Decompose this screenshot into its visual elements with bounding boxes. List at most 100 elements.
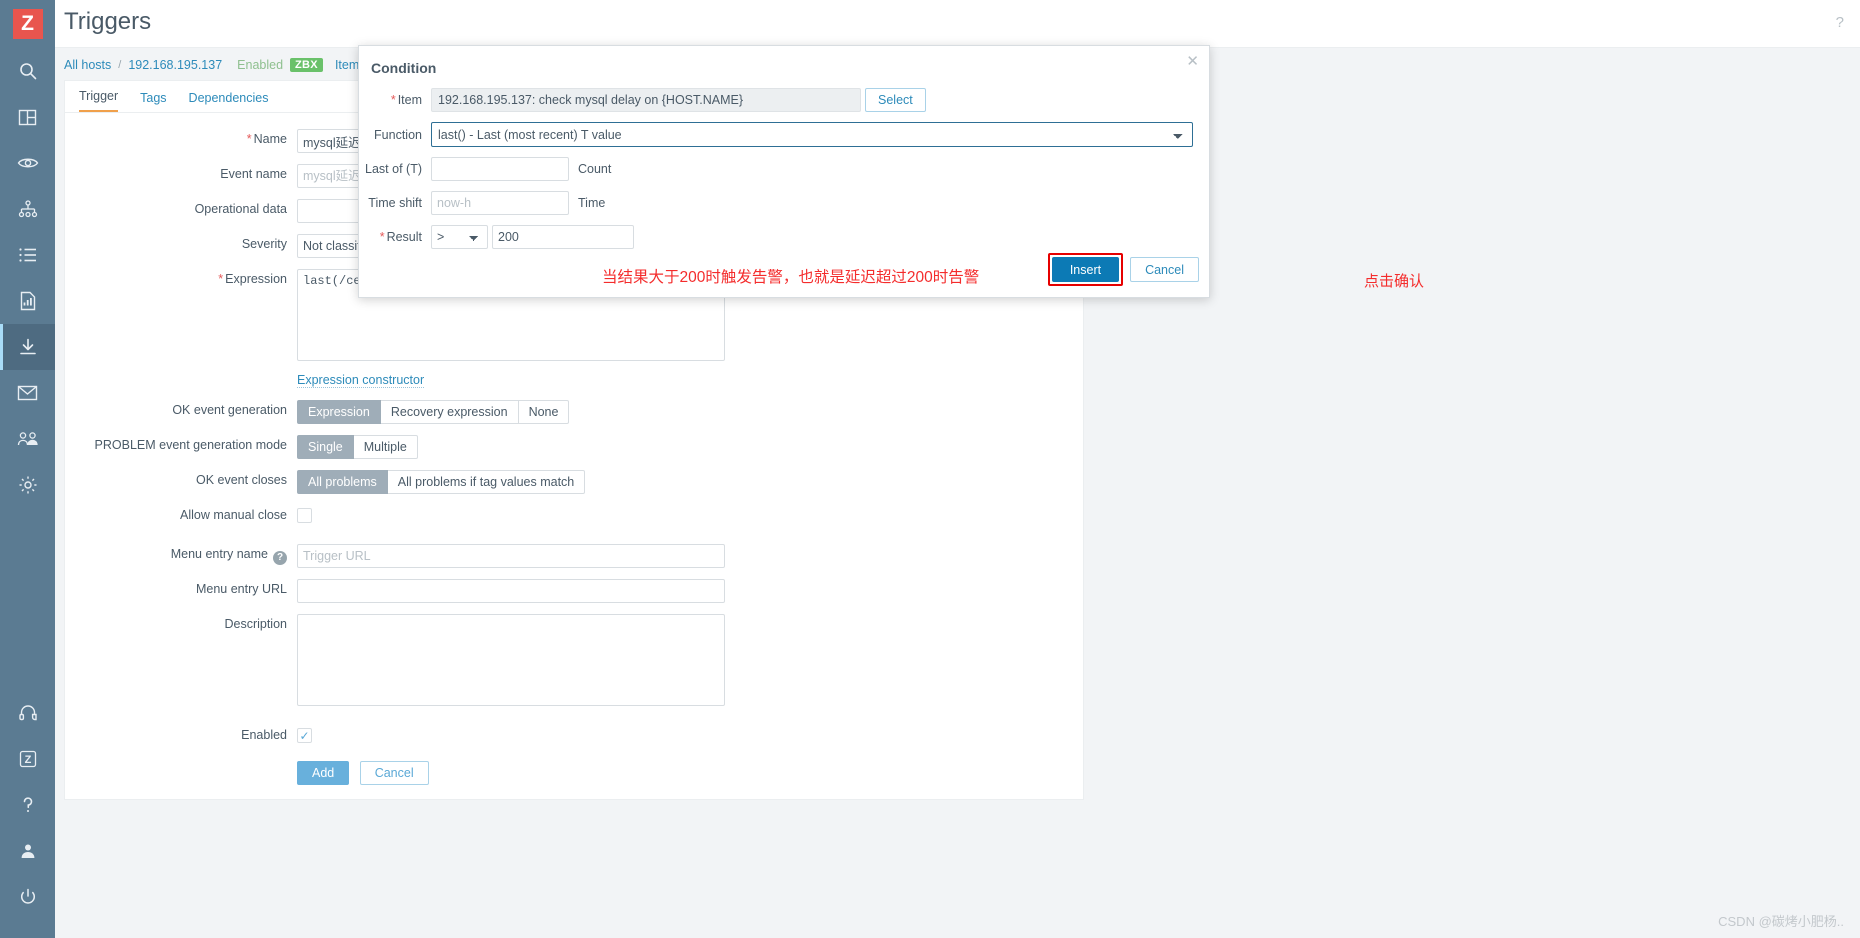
ok-event-closes-option-tag-match[interactable]: All problems if tag values match (387, 470, 586, 494)
sidebar-item-administration[interactable] (0, 462, 55, 508)
function-select[interactable]: last() - Last (most recent) T value (431, 122, 1193, 147)
allow-manual-close-label: Allow manual close (180, 508, 287, 522)
sidebar-item-sign-out[interactable] (0, 874, 55, 920)
zabbix-z-icon: Z (19, 750, 37, 768)
sidebar-item-integrations[interactable]: Z (0, 736, 55, 782)
zabbix-logo[interactable]: Z (0, 0, 55, 48)
row-item: * Item 192.168.195.137: check mysql delay… (359, 88, 1209, 112)
row-problem-event-generation-mode: PROBLEM event generation mode Single Mul… (65, 435, 1083, 459)
sidebar-item-user-settings[interactable] (0, 828, 55, 874)
item-label: * Item (390, 93, 422, 107)
problem-event-generation-mode-group: Single Multiple (297, 435, 418, 459)
annotation-explanation: 当结果大于200时触发告警，也就是延迟超过200时告警 (602, 269, 980, 286)
row-time-shift: Time shift Time (359, 191, 1209, 215)
sidebar-item-users[interactable] (0, 416, 55, 462)
breadcrumb-all-hosts[interactable]: All hosts (64, 58, 111, 72)
sidebar-item-support[interactable] (0, 690, 55, 736)
svg-text:Z: Z (24, 754, 31, 766)
problem-event-generation-mode-label: PROBLEM event generation mode (94, 438, 287, 452)
row-description: Description (65, 614, 1083, 711)
breadcrumb-host[interactable]: 192.168.195.137 (128, 58, 222, 72)
description-label: Description (224, 617, 287, 631)
agent-badge[interactable]: ZBX (290, 58, 323, 72)
watermark: CSDN @碳烤小肥杨.. (1718, 914, 1844, 929)
menu-entry-url-input[interactable] (297, 579, 725, 603)
time-shift-unit: Time (578, 196, 606, 210)
power-icon (19, 888, 37, 906)
dialog-body: * Item 192.168.195.137: check mysql delay… (359, 46, 1209, 249)
dialog-title: Condition (371, 60, 437, 76)
item-value: 192.168.195.137: check mysql delay on {H… (431, 88, 861, 112)
item-select-button[interactable]: Select (865, 88, 926, 112)
problem-mode-option-multiple[interactable]: Multiple (353, 435, 418, 459)
host-status: Enabled (237, 58, 284, 72)
result-value-input[interactable] (492, 225, 634, 249)
row-ok-event-closes: OK event closes All problems All problem… (65, 470, 1083, 494)
report-chart-icon (19, 291, 37, 311)
download-icon (18, 337, 38, 357)
add-button[interactable]: Add (297, 760, 350, 785)
required-marker: * (379, 230, 385, 244)
help-icon[interactable]: ? (1836, 14, 1844, 31)
row-menu-entry-url: Menu entry URL (65, 579, 1083, 603)
tab-tags[interactable]: Tags (140, 91, 166, 112)
sidebar-item-dashboards[interactable] (0, 94, 55, 140)
sidebar-item-help[interactable] (0, 782, 55, 828)
sidebar-item-alerts[interactable] (0, 370, 55, 416)
insert-button[interactable]: Insert (1051, 257, 1120, 282)
user-icon (19, 842, 37, 860)
event-name-label: Event name (220, 167, 287, 181)
insert-highlight-box: Insert (1047, 253, 1124, 286)
name-label: * Name (246, 132, 287, 146)
last-of-t-unit: Count (578, 162, 612, 176)
result-operator-select[interactable]: > (431, 225, 488, 249)
envelope-icon (17, 385, 38, 401)
tab-dependencies[interactable]: Dependencies (189, 91, 269, 112)
required-marker: * (218, 272, 224, 286)
expression-constructor-link[interactable]: Expression constructor (297, 373, 425, 388)
hierarchy-tree-icon (18, 200, 38, 218)
ok-event-generation-option-recovery-expression[interactable]: Recovery expression (380, 400, 519, 424)
users-icon (17, 431, 39, 447)
enabled-checkbox[interactable]: ✓ (297, 728, 312, 743)
last-of-t-label: Last of (T) (365, 162, 422, 176)
description-textarea[interactable] (297, 614, 725, 706)
dialog-actions: Insert Cancel (1047, 253, 1199, 286)
row-result: * Result > (359, 225, 1209, 249)
menu-entry-name-input[interactable] (297, 544, 725, 568)
sidebar-item-services[interactable] (0, 186, 55, 232)
condition-dialog: Condition ✕ * Item 192.168.195.137: check… (358, 45, 1424, 298)
last-of-t-input[interactable] (431, 157, 569, 181)
row-menu-entry-name: Menu entry name? (65, 544, 1083, 568)
close-icon[interactable]: ✕ (1186, 54, 1199, 69)
required-marker: * (246, 132, 252, 146)
ok-event-closes-option-all-problems[interactable]: All problems (297, 470, 388, 494)
ok-event-closes-group: All problems All problems if tag values … (297, 470, 586, 494)
row-function: Function last() - Last (most recent) T v… (359, 122, 1209, 147)
time-shift-label: Time shift (368, 196, 422, 210)
dialog-cancel-button[interactable]: Cancel (1130, 257, 1199, 282)
ok-event-generation-option-expression[interactable]: Expression (297, 400, 381, 424)
menu-entry-url-label: Menu entry URL (195, 582, 287, 596)
ok-event-generation-option-none[interactable]: None (518, 400, 570, 424)
severity-label: Severity (241, 237, 287, 251)
sidebar-item-search[interactable] (0, 48, 55, 94)
search-icon (18, 61, 38, 81)
tab-trigger[interactable]: Trigger (79, 89, 119, 112)
ok-event-generation-label: OK event generation (172, 403, 287, 417)
ok-event-generation-group: Expression Recovery expression None (297, 400, 570, 424)
problem-mode-option-single[interactable]: Single (297, 435, 354, 459)
sidebar-item-inventory[interactable] (0, 232, 55, 278)
operational-data-label: Operational data (194, 202, 287, 216)
sidebar-item-data-collection[interactable] (0, 324, 55, 370)
allow-manual-close-checkbox[interactable] (297, 508, 312, 523)
time-shift-input[interactable] (431, 191, 569, 215)
menu-entry-name-help-icon[interactable]: ? (273, 550, 287, 565)
sidebar-item-reports[interactable] (0, 278, 55, 324)
sidebar-item-monitoring[interactable] (0, 140, 55, 186)
actions-spacer (65, 761, 297, 764)
row-form-actions: Add Cancel (65, 760, 1083, 785)
annotation-click-confirm: 点击确认 (1364, 273, 1425, 290)
cancel-button[interactable]: Cancel (359, 760, 429, 785)
eye-icon (17, 155, 39, 171)
